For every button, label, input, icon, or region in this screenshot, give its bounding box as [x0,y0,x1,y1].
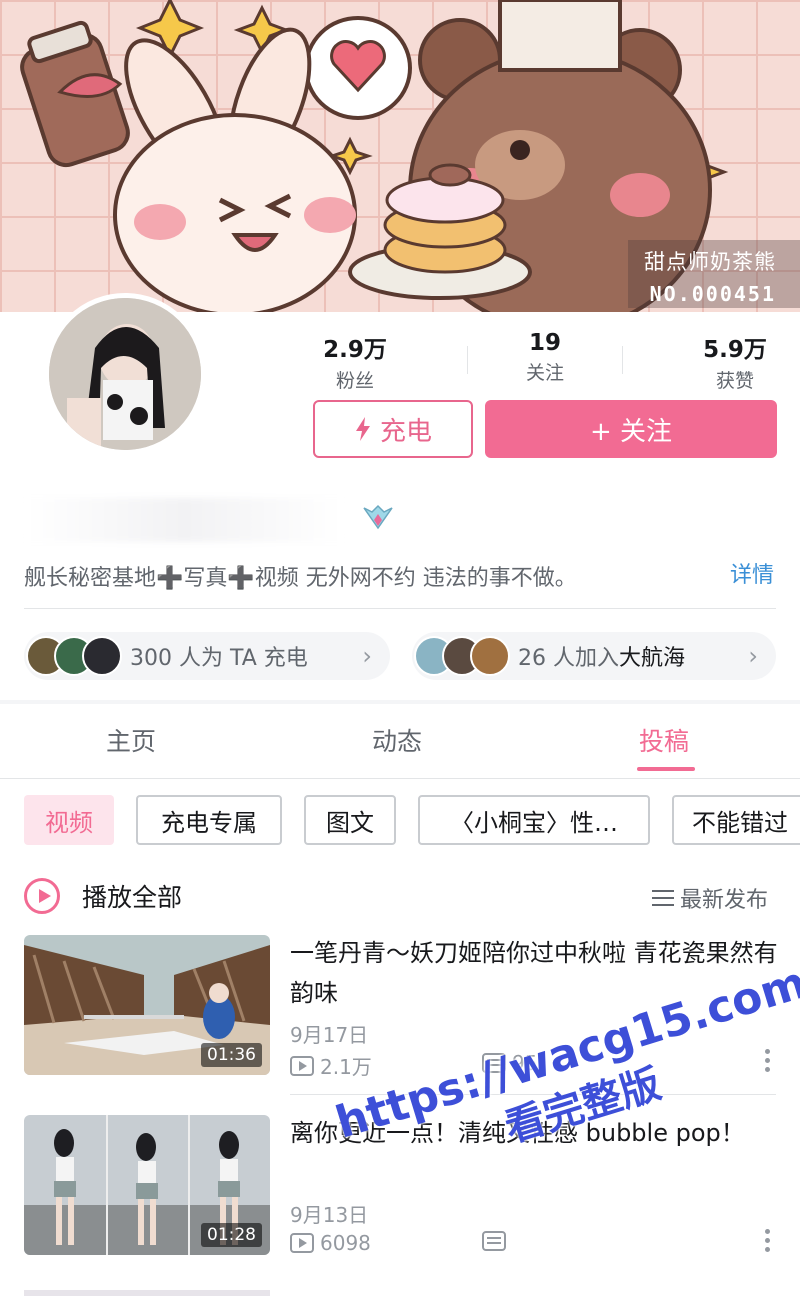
more-options-icon[interactable] [765,1229,771,1256]
video-plays: 6098 [290,1231,371,1255]
supporter-avatar [82,636,122,676]
crew-avatar [470,636,510,676]
banner-name: 甜点师奶茶熊 [644,250,776,274]
charge-button-label: 充电 [379,416,432,447]
video-plays-value: 2.1万 [320,1055,372,1079]
lightning-icon [355,417,370,441]
chip-video[interactable]: 视频 [24,795,114,845]
list-icon [652,890,674,906]
chip-charge-exclusive[interactable]: 充电专属 [136,795,282,845]
sort-button[interactable]: 最新发布 [652,882,768,914]
play-count-icon [290,1233,314,1253]
stat-followers[interactable]: 2.9万 粉丝 [290,330,420,393]
section-separator [0,700,800,704]
stat-likes-value: 5.9万 [703,337,767,363]
stat-followers-label: 粉丝 [335,370,374,392]
video-thumbnail[interactable]: 01:28 [24,1115,270,1255]
play-count-icon [290,1055,314,1076]
crew-text: 26 人加入大航海 [518,640,685,672]
charge-supporters-pill[interactable]: 300 人为 TA 充电 › [24,632,390,680]
chip-image-text[interactable]: 图文 [304,795,396,845]
supporter-avatars [26,636,122,676]
video-duration: 01:36 [201,1043,262,1067]
tab-home[interactable]: 主页 [106,722,156,758]
video-plays-value: 6098 [320,1231,371,1255]
video-duration: 01:28 [201,1223,262,1247]
video-plays: 2.1万 [290,1051,372,1080]
crew-highlight: 大航海 [619,646,686,671]
stat-following-label: 关注 [525,362,564,384]
next-video-thumbnail-edge [24,1290,270,1296]
crew-count-text: 26 人加入 [518,646,619,671]
active-tab-indicator [637,767,695,771]
sort-label: 最新发布 [680,888,769,913]
charge-button[interactable]: 充电 [313,400,473,458]
chevron-right-icon: › [748,642,758,670]
crew-avatars [414,636,510,676]
profile-banner: 甜点师奶茶熊 NO.000451 [0,0,800,312]
play-all-label: 播放全部 [82,883,183,912]
divider [24,608,776,609]
stat-divider [467,346,468,374]
banner-number: NO.000451 [649,282,776,306]
danmaku-icon [482,1231,506,1251]
banner-badge: 甜点师奶茶熊 NO.000451 [628,240,800,308]
video-date: 9月17日 [290,1023,369,1047]
fan-medal-icon [363,504,393,530]
stat-divider [622,346,623,374]
bio-text: 舰长秘密基地➕写真➕视频 无外网不约 违法的事不做。 [24,566,577,591]
stat-following[interactable]: 19 关注 [480,330,610,385]
stat-likes-label: 获赞 [715,370,754,392]
tab-uploads[interactable]: 投稿 [639,722,689,758]
tab-dynamics[interactable]: 动态 [372,722,422,758]
bio-more-link[interactable]: 详情 [730,557,774,589]
charge-supporters-text: 300 人为 TA 充电 [130,646,308,671]
play-all-button[interactable]: 播放全部 [24,878,182,914]
stat-following-value: 19 [528,330,561,356]
chip-must-see[interactable]: 不能错过 [672,795,800,845]
chip-collection[interactable]: 〈小桐宝〉性… [418,795,650,845]
follow-button-label: + 关注 [589,416,673,447]
video-date: 9月13日 [290,1203,369,1227]
crew-pill[interactable]: 26 人加入大航海 › [412,632,776,680]
username-blurred [24,498,344,542]
chevron-right-icon: › [362,642,372,670]
stat-likes: 5.9万 获赞 [670,330,800,393]
avatar[interactable] [44,293,206,455]
follow-button[interactable]: + 关注 [485,400,777,458]
video-danmaku [482,1231,512,1251]
stat-followers-value: 2.9万 [323,337,387,363]
video-thumbnail[interactable]: 01:36 [24,935,270,1075]
play-circle-icon [24,878,60,914]
tabs-divider [0,778,800,779]
